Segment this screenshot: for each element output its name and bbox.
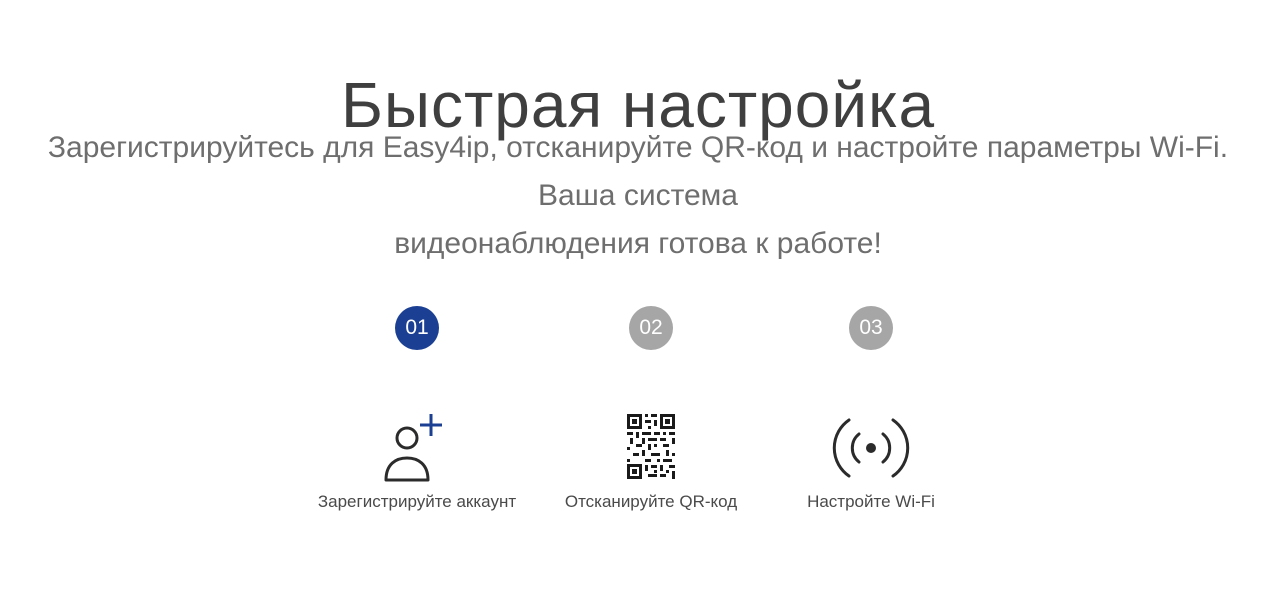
step-number-badge: 01 (395, 306, 439, 350)
step-label: Настройте Wi-Fi (807, 492, 935, 511)
step-number-badge: 03 (849, 306, 893, 350)
qr-code-icon (606, 406, 696, 486)
step-scan-qr[interactable]: 02 Отсканируйте QR-код (531, 306, 771, 511)
step-label: Зарегистрируйте аккаунт (317, 492, 517, 511)
subtitle-line-2: видеонаблюдения готова к работе! (394, 227, 882, 260)
subtitle-line-1: Зарегистрируйтесь для Easy4ip, отсканиру… (47, 131, 1229, 212)
step-number-badge: 02 (629, 306, 673, 350)
page-subtitle: Зарегистрируйтесь для Easy4ip, отсканиру… (30, 124, 1246, 268)
step-register[interactable]: 01 Зарегистрируйте аккаунт (297, 306, 537, 511)
add-user-icon (372, 406, 462, 486)
wifi-broadcast-icon (826, 406, 916, 486)
step-label: Отсканируйте QR-код (564, 492, 738, 511)
step-setup-wifi[interactable]: 03 Настройте Wi-Fi (751, 306, 991, 511)
